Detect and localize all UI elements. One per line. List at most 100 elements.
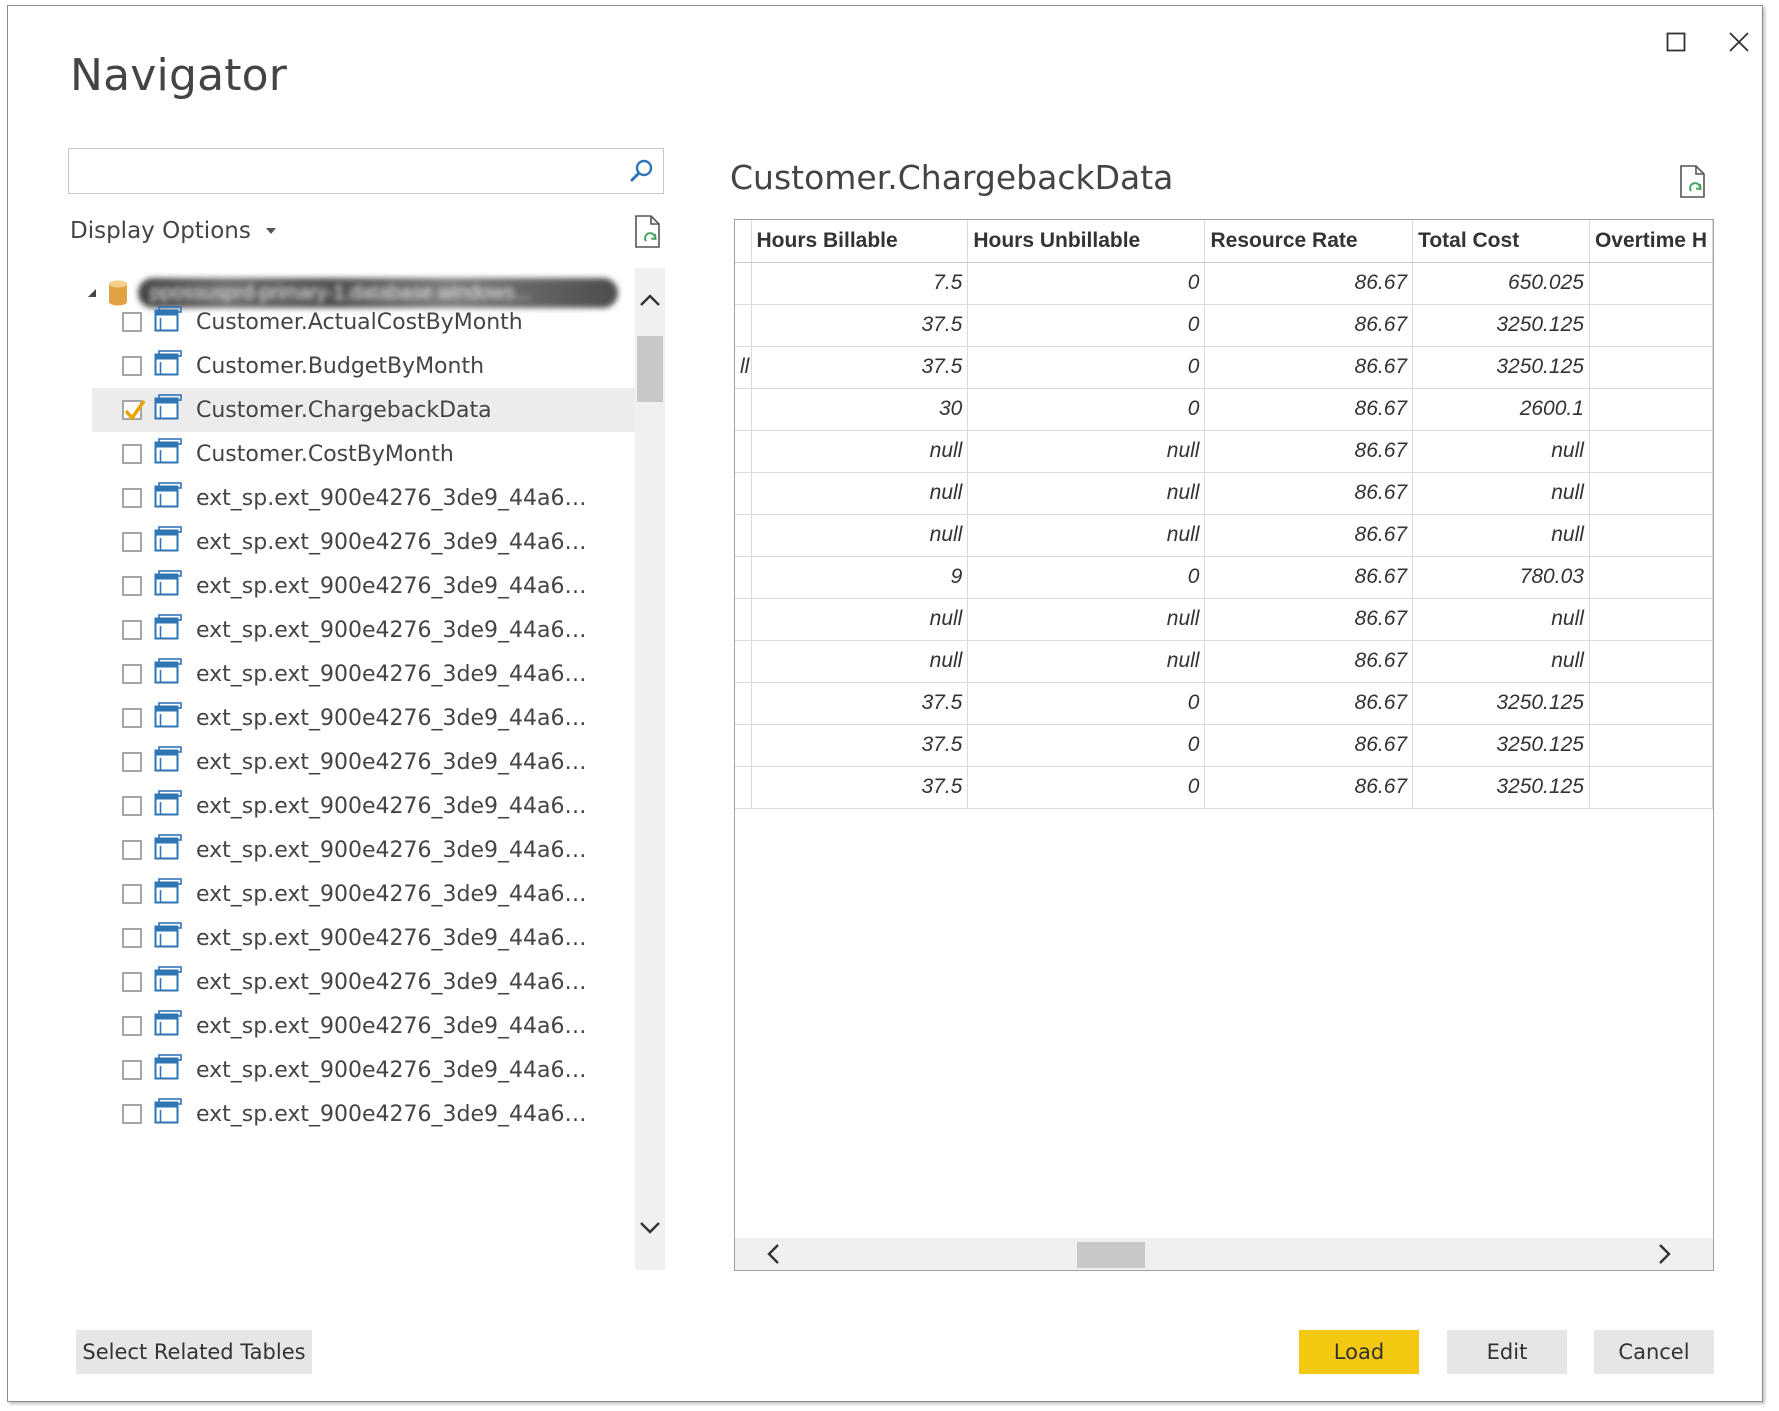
- cancel-button[interactable]: Cancel: [1594, 1330, 1714, 1374]
- table-cell: 3250.125: [1412, 304, 1590, 347]
- item-checkbox[interactable]: [122, 840, 142, 860]
- table-cell: null: [1412, 514, 1590, 557]
- column-header[interactable]: Resource Rate: [1204, 220, 1414, 263]
- tree-item[interactable]: ext_sp.ext_900e4276_3de9_44a6_8a4a_...: [92, 1048, 642, 1092]
- tree-item[interactable]: ext_sp.ext_900e4276_3de9_44a6_8a4a_...: [92, 1092, 642, 1136]
- table-cell: [1589, 556, 1713, 599]
- item-checkbox[interactable]: [122, 928, 142, 948]
- grid-scroll-thumb[interactable]: [1077, 1242, 1145, 1268]
- item-checkbox[interactable]: [122, 576, 142, 596]
- table-icon: [154, 437, 182, 471]
- maximize-button[interactable]: [1658, 24, 1694, 60]
- item-checkbox[interactable]: [122, 312, 142, 332]
- tree-item[interactable]: Customer.CostByMonth: [92, 432, 642, 476]
- search-box[interactable]: [68, 148, 664, 194]
- tree-item[interactable]: ext_sp.ext_900e4276_3de9_44a6_8a4a_...: [92, 828, 642, 872]
- table-cell: 2600.1: [1412, 388, 1590, 431]
- tree-item[interactable]: ext_sp.ext_900e4276_3de9_44a6_8a4a_...: [92, 1004, 642, 1048]
- tree-item[interactable]: ext_sp.ext_900e4276_3de9_44a6_8a4a_...: [92, 872, 642, 916]
- tree-item-label: ext_sp.ext_900e4276_3de9_44a6_8a4a_...: [196, 529, 596, 555]
- table-icon: [154, 789, 182, 823]
- tree-item-label: ext_sp.ext_900e4276_3de9_44a6_8a4a_...: [196, 485, 596, 511]
- dialog-title: Navigator: [70, 50, 288, 101]
- grid-horizontal-scrollbar[interactable]: [735, 1238, 1713, 1270]
- table-cell: null: [1412, 430, 1590, 473]
- item-checkbox[interactable]: [122, 444, 142, 464]
- table-cell: [1589, 640, 1713, 683]
- tree-vertical-scrollbar[interactable]: [635, 268, 665, 1270]
- tree-item[interactable]: ext_sp.ext_900e4276_3de9_44a6_8a4a_...: [92, 740, 642, 784]
- table-cell: null: [751, 598, 969, 641]
- item-checkbox[interactable]: [122, 796, 142, 816]
- scroll-left-icon[interactable]: [765, 1242, 781, 1266]
- table-row: 37.5 0 86.67 3250.125: [735, 724, 1713, 767]
- item-checkbox[interactable]: [122, 1016, 142, 1036]
- column-header[interactable]: Hours Billable: [751, 220, 969, 263]
- tree-item[interactable]: ext_sp.ext_900e4276_3de9_44a6_8a4a_...: [92, 960, 642, 1004]
- table-cell: null: [751, 514, 969, 557]
- item-checkbox[interactable]: [122, 620, 142, 640]
- close-button[interactable]: [1721, 24, 1757, 60]
- search-input[interactable]: [69, 149, 629, 191]
- scroll-down-icon[interactable]: [638, 1220, 662, 1236]
- tree-item[interactable]: Customer.ActualCostByMonth: [92, 300, 642, 344]
- table-icon: [154, 525, 182, 559]
- column-header[interactable]: [735, 220, 752, 263]
- table-cell: 0: [967, 724, 1206, 767]
- tree-item-label: ext_sp.ext_900e4276_3de9_44a6_8a4a_...: [196, 749, 596, 775]
- item-checkbox[interactable]: [122, 708, 142, 728]
- table-cell: [1589, 430, 1713, 473]
- item-checkbox[interactable]: [122, 752, 142, 772]
- preview-table: Hours Billable Hours Unbillable Resource R…: [735, 220, 1713, 809]
- item-checkbox[interactable]: [122, 356, 142, 376]
- table-icon: [154, 745, 182, 779]
- table-row: 7.5 0 86.67 650.025: [735, 262, 1713, 305]
- column-header[interactable]: Total Cost: [1412, 220, 1590, 263]
- collapse-triangle-icon[interactable]: [86, 287, 98, 299]
- item-checkbox[interactable]: [122, 1104, 142, 1124]
- table-cell: [1589, 766, 1713, 809]
- item-checkbox[interactable]: [122, 1060, 142, 1080]
- display-options-dropdown[interactable]: Display Options: [70, 218, 277, 244]
- tree-item[interactable]: ext_sp.ext_900e4276_3de9_44a6_8a4a_...: [92, 520, 642, 564]
- tree-item[interactable]: ext_sp.ext_900e4276_3de9_44a6_8a4a_...: [92, 608, 642, 652]
- table-cell: [1589, 514, 1713, 557]
- tree-item[interactable]: Customer.ChargebackData: [92, 388, 642, 432]
- table-cell: ll: [735, 346, 752, 389]
- tree-item-label: ext_sp.ext_900e4276_3de9_44a6_8a4a_...: [196, 837, 596, 863]
- item-checkbox[interactable]: [122, 532, 142, 552]
- tree-scroll-thumb[interactable]: [637, 336, 663, 402]
- item-checkbox[interactable]: [122, 972, 142, 992]
- select-related-tables-button[interactable]: Select Related Tables: [76, 1330, 312, 1374]
- preview-grid: Hours Billable Hours Unbillable Resource R…: [734, 219, 1714, 1271]
- tree-item[interactable]: Customer.BudgetByMonth: [92, 344, 642, 388]
- tree-item[interactable]: ext_sp.ext_900e4276_3de9_44a6_8a4a_...: [92, 784, 642, 828]
- tree-item[interactable]: ext_sp.ext_900e4276_3de9_44a6_8a4a_...: [92, 652, 642, 696]
- item-checkbox[interactable]: [122, 399, 146, 421]
- table-cell: 9: [751, 556, 969, 599]
- column-header[interactable]: Overtime H: [1589, 220, 1713, 263]
- table-cell: [735, 724, 752, 767]
- tree-item[interactable]: ext_sp.ext_900e4276_3de9_44a6_8a4a_...: [92, 696, 642, 740]
- item-checkbox[interactable]: [122, 488, 142, 508]
- navigator-tree: ppossusprd-primary-1.database.windows...…: [68, 268, 666, 1270]
- refresh-document-icon[interactable]: [633, 214, 663, 255]
- table-cell: 86.67: [1204, 682, 1414, 725]
- search-icon[interactable]: [629, 158, 655, 189]
- item-checkbox[interactable]: [122, 664, 142, 684]
- navigator-dialog: Navigator Display Options ppossusprd-pri…: [7, 5, 1763, 1402]
- load-button[interactable]: Load: [1299, 1330, 1419, 1374]
- scroll-right-icon[interactable]: [1657, 1242, 1673, 1266]
- edit-button[interactable]: Edit: [1447, 1330, 1567, 1374]
- scroll-up-icon[interactable]: [638, 292, 662, 308]
- table-icon: [154, 305, 182, 339]
- tree-item[interactable]: ext_sp.ext_900e4276_3de9_44a6_8a4a_...: [92, 476, 642, 520]
- item-checkbox[interactable]: [122, 884, 142, 904]
- tree-item[interactable]: ext_sp.ext_900e4276_3de9_44a6_8a4a_...: [92, 564, 642, 608]
- display-options-label: Display Options: [70, 218, 251, 244]
- table-icon: [154, 613, 182, 647]
- table-cell: [1589, 724, 1713, 767]
- tree-item[interactable]: ext_sp.ext_900e4276_3de9_44a6_8a4a_...: [92, 916, 642, 960]
- refresh-document-icon[interactable]: [1678, 164, 1708, 205]
- column-header[interactable]: Hours Unbillable: [967, 220, 1206, 263]
